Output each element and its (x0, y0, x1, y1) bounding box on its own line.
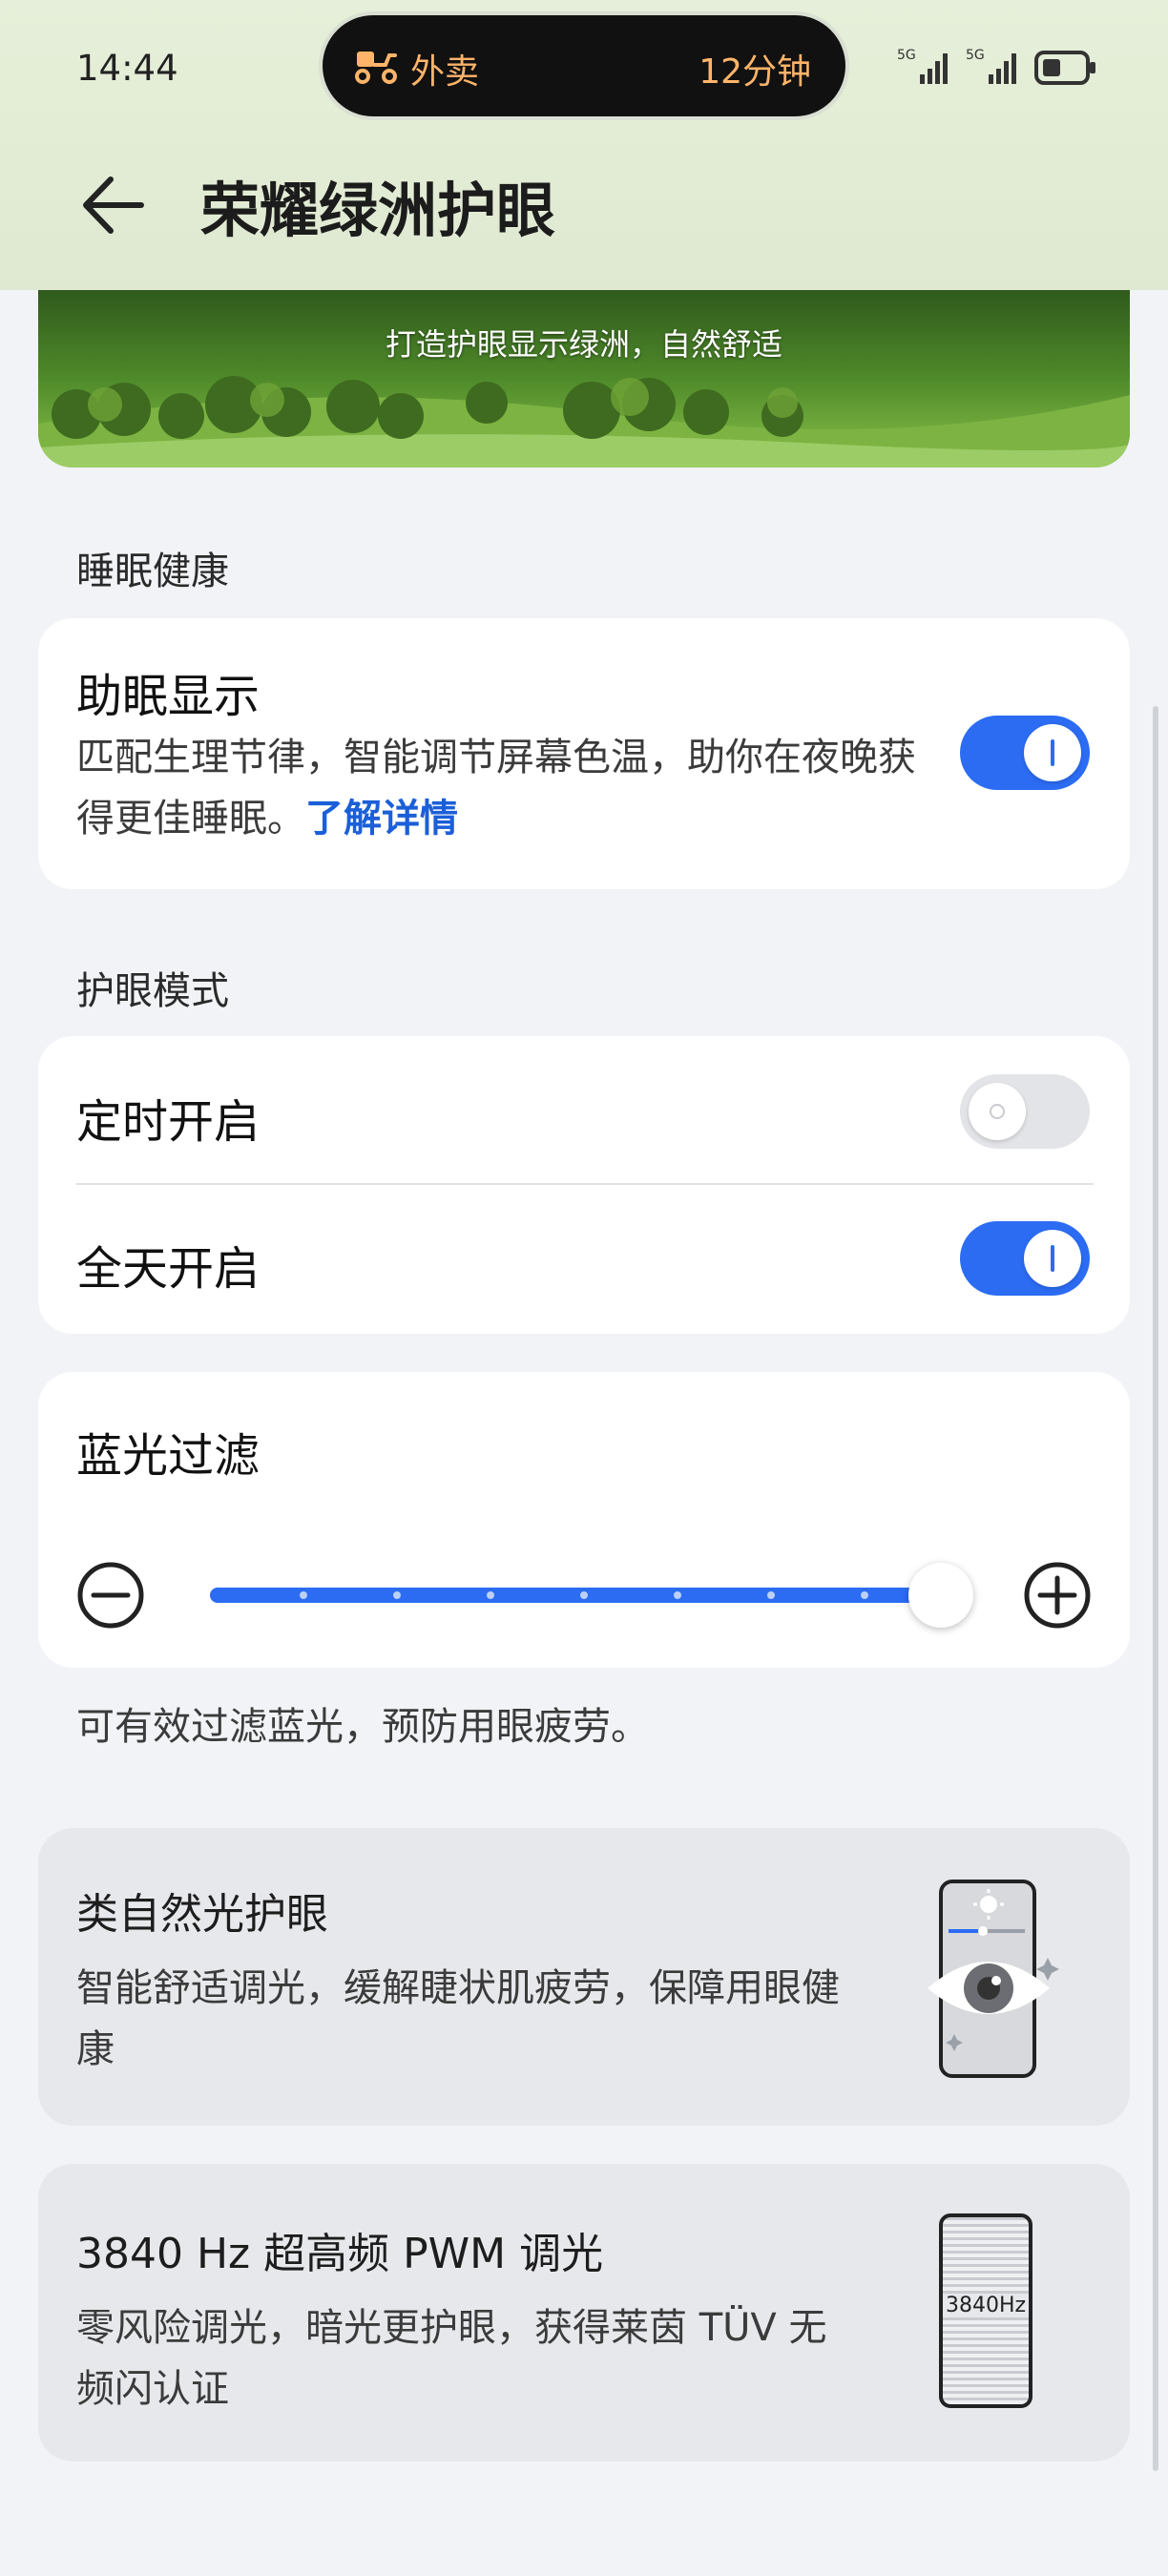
blue-light-slider[interactable] (210, 1563, 973, 1628)
signal-icon (920, 53, 948, 84)
pwm-phone-icon: 3840Hz (939, 2213, 1032, 2408)
scheduled-on-label: 定时开启 (76, 1095, 261, 1149)
sleep-display-title: 助眠显示 (76, 670, 261, 723)
battery-icon (1034, 51, 1095, 85)
slider-ticks (210, 1574, 973, 1616)
sleep-display-description: 匹配生理节律，智能调节屏幕色温，助你在夜晚获得更佳睡眠。了解详情 (76, 727, 916, 849)
feature-description: 零风险调光，暗光更护眼，获得莱茵 TÜV 无频闪认证 (76, 2306, 827, 2411)
sleep-display-description-text: 匹配生理节律，智能调节屏幕色温，助你在夜晚获得更佳睡眠。 (76, 736, 916, 841)
island-eta: 12分钟 (699, 52, 811, 92)
slider-tick (767, 1591, 775, 1599)
signal-icon (989, 53, 1016, 84)
learn-more-link[interactable]: 了解详情 (305, 797, 458, 841)
banner-image: 打造护眼显示绿洲，自然舒适 (38, 290, 1130, 467)
network-type-1: 5G (897, 48, 916, 63)
section-heading-sleep: 睡眠健康 (76, 550, 229, 593)
slider-tick (580, 1591, 588, 1599)
toggle-knob (1024, 724, 1081, 781)
eye-mode-card: 定时开启 全天开启 (38, 1036, 1130, 1334)
plus-circle-icon[interactable] (1023, 1561, 1092, 1630)
back-arrow-icon[interactable] (78, 172, 145, 239)
toggle-on-mark (1051, 739, 1054, 766)
feature-title: 类自然光护眼 (76, 1890, 328, 1939)
toggle-knob (1024, 1230, 1081, 1287)
slider-tick (674, 1591, 681, 1599)
status-time: 14:44 (76, 48, 178, 89)
blue-light-card: 蓝光过滤 (38, 1372, 1130, 1668)
slider-tick (393, 1591, 401, 1599)
toggle-knob (969, 1083, 1026, 1140)
feature-title: 3840 Hz 超高频 PWM 调光 (76, 2230, 604, 2278)
all-day-on-toggle[interactable] (960, 1221, 1090, 1296)
slider-tick (861, 1591, 868, 1599)
scooter-icon (355, 52, 397, 84)
scrollbar[interactable] (1153, 706, 1158, 2471)
slider-tick (487, 1591, 494, 1599)
all-day-on-label: 全天开启 (76, 1242, 261, 1296)
section-heading-eye-mode: 护眼模式 (76, 969, 229, 1013)
banner-caption: 打造护眼显示绿洲，自然舒适 (385, 326, 782, 363)
meadow-illustration (38, 290, 1130, 467)
island-app-label: 外卖 (410, 52, 480, 92)
blue-light-title: 蓝光过滤 (76, 1429, 261, 1483)
scheduled-on-toggle[interactable] (960, 1074, 1090, 1149)
pwm-icon-label: 3840Hz (943, 2294, 1029, 2317)
blue-light-description: 可有效过滤蓝光，预防用眼疲劳。 (76, 1705, 649, 1749)
sleep-display-toggle[interactable] (960, 716, 1090, 790)
toggle-on-mark (1051, 1245, 1054, 1272)
network-type-2: 5G (966, 48, 985, 63)
feature-card-natural-light[interactable]: 类自然光护眼 智能舒适调光，缓解睫状肌疲劳，保障用眼健康 (38, 1828, 1130, 2126)
minus-circle-icon[interactable] (76, 1561, 145, 1630)
dynamic-island[interactable]: 外卖 12分钟 (323, 15, 845, 116)
feature-description: 智能舒适调光，缓解睫状肌疲劳，保障用眼健康 (76, 1966, 840, 2071)
slider-tick (300, 1591, 307, 1599)
toggle-off-mark (990, 1104, 1005, 1119)
row-divider (76, 1183, 1094, 1185)
sleep-display-card: 助眠显示 匹配生理节律，智能调节屏幕色温，助你在夜晚获得更佳睡眠。了解详情 (38, 618, 1130, 889)
slider-thumb[interactable] (908, 1563, 973, 1628)
eye-phone-icon (928, 1880, 1059, 2078)
feature-card-pwm[interactable]: 3840 Hz 超高频 PWM 调光 零风险调光，暗光更护眼，获得莱茵 TÜV … (38, 2164, 1130, 2462)
page-title: 荣耀绿洲护眼 (200, 176, 556, 245)
